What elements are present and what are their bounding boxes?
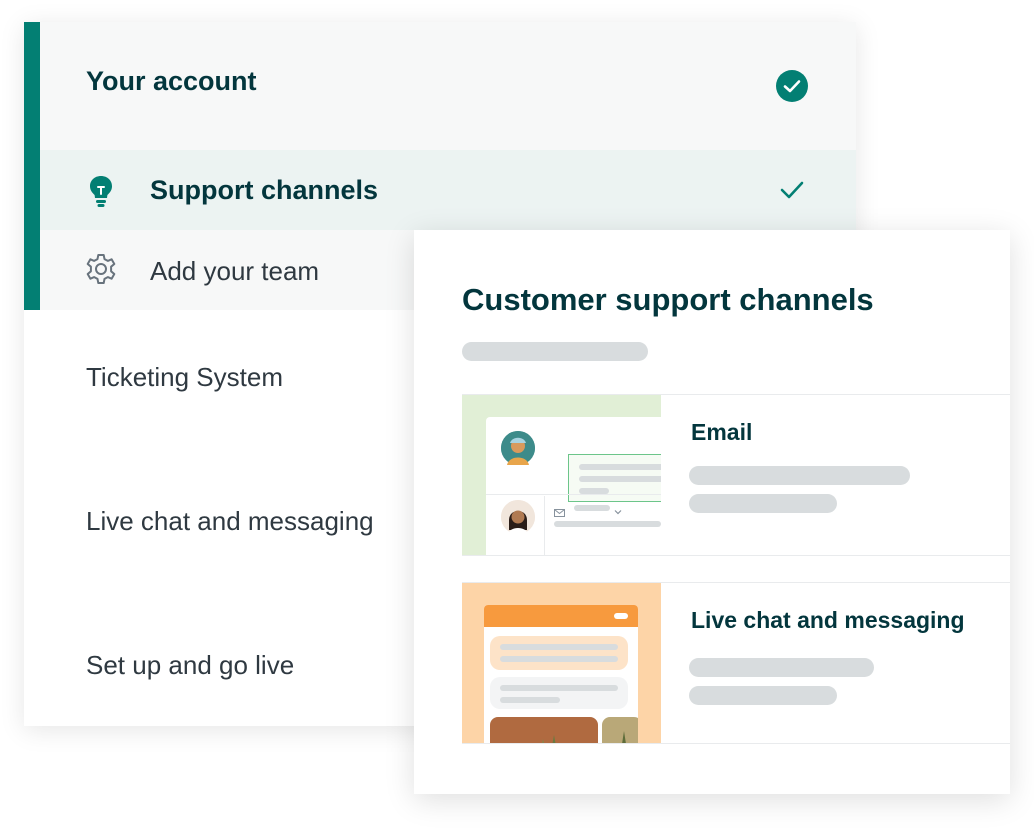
step-ticketing-system[interactable]: Ticketing System <box>86 362 283 393</box>
step-label: Support channels <box>150 175 379 205</box>
agent-avatar <box>501 500 535 534</box>
step-label: Add your team <box>150 256 320 286</box>
chat-bubble-outgoing <box>490 677 628 709</box>
channel-name: Live chat and messaging <box>691 607 965 633</box>
placeholder-line <box>579 464 661 470</box>
placeholder-line <box>500 644 618 650</box>
envelope-icon <box>554 504 565 522</box>
check-circle-icon <box>776 70 808 102</box>
card-title: Customer support channels <box>462 282 874 317</box>
chat-image-attachment <box>602 717 638 743</box>
placeholder-line <box>554 521 661 527</box>
chevron-down-icon <box>614 503 622 521</box>
step-label: Your account <box>86 66 257 96</box>
placeholder-line <box>462 342 648 361</box>
chat-widget-header <box>484 605 638 627</box>
step-your-account[interactable]: Your account <box>40 22 856 150</box>
divider <box>544 496 545 555</box>
channel-name: Email <box>691 419 753 445</box>
step-live-chat-and-messaging[interactable]: Live chat and messaging <box>86 506 374 537</box>
chat-preview <box>462 583 661 743</box>
step-set-up-and-go-live[interactable]: Set up and go live <box>86 650 294 681</box>
lightbulb-icon <box>86 174 116 208</box>
gear-icon <box>84 252 118 286</box>
customer-avatar <box>501 431 535 465</box>
chat-bubble-incoming <box>490 636 628 670</box>
placeholder-line <box>579 476 661 482</box>
customer-support-channels-card: Customer support channels Email Live cha… <box>414 230 1010 794</box>
placeholder-line <box>574 505 610 511</box>
check-icon <box>776 174 808 206</box>
step-support-channels[interactable]: Support channels <box>40 150 856 230</box>
channel-option-live-chat[interactable]: Live chat and messaging <box>462 582 1010 744</box>
minimize-icon <box>614 613 628 619</box>
placeholder-line <box>689 686 837 705</box>
chat-widget-preview <box>484 605 638 743</box>
email-preview-sheet <box>486 417 661 555</box>
channel-option-email[interactable]: Email <box>462 394 1010 556</box>
divider <box>486 494 661 495</box>
placeholder-line <box>689 494 837 513</box>
placeholder-line <box>689 658 874 677</box>
placeholder-line <box>500 656 618 662</box>
email-preview <box>462 395 661 555</box>
chat-image-attachment <box>490 717 598 743</box>
placeholder-line <box>500 697 560 703</box>
placeholder-line <box>500 685 618 691</box>
active-section-indicator <box>24 22 40 310</box>
placeholder-line <box>689 466 910 485</box>
